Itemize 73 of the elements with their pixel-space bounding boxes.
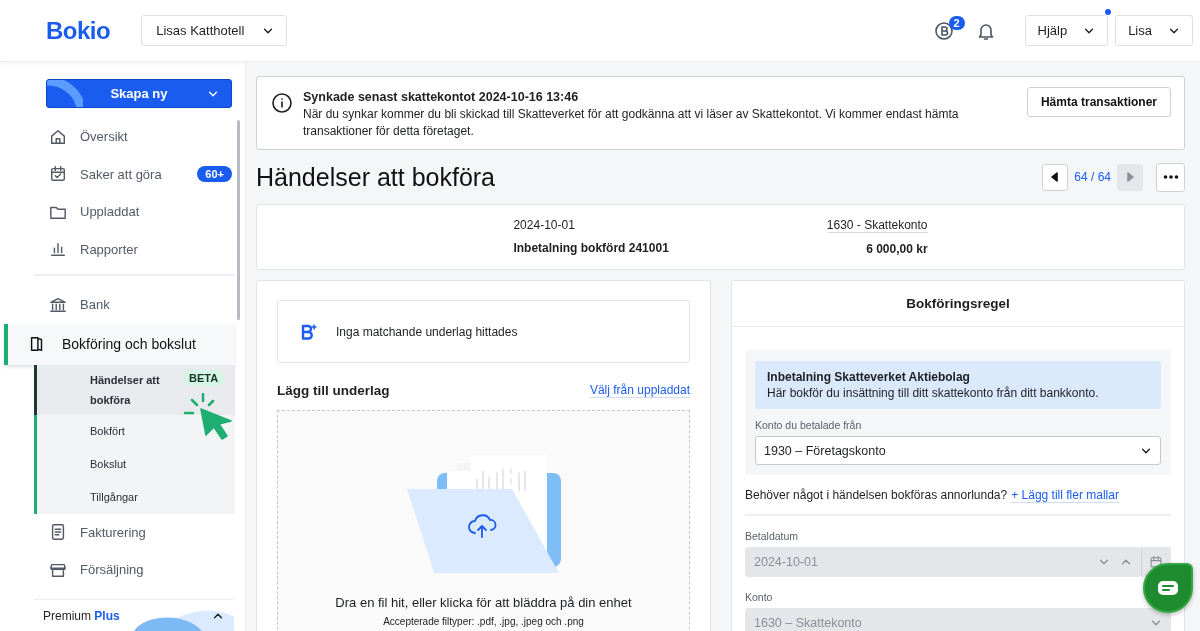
home-icon <box>49 127 67 146</box>
fetch-transactions-button[interactable]: Hämta transaktioner <box>1026 87 1171 117</box>
calendar-icon <box>49 165 67 184</box>
bar-chart-icon <box>49 240 67 259</box>
scrollbar[interactable] <box>237 120 240 320</box>
nav-label: Översikt <box>80 129 129 145</box>
plan-name: Premium Plus <box>43 608 120 623</box>
count-badge: 60+ <box>197 166 232 183</box>
nav-label: Bokföring och bokslut <box>62 336 196 352</box>
section-title: Lägg till underlag <box>277 383 390 398</box>
more-icon <box>1162 174 1179 180</box>
bank-icon <box>49 295 67 314</box>
calendar-icon <box>1149 555 1163 569</box>
more-button[interactable] <box>1156 162 1185 192</box>
nav-label: Försäljning <box>80 562 145 578</box>
template-description: Här bokför du insättning till ditt skattekonto från ditt bankkonto. <box>767 385 1100 401</box>
drop-zone[interactable]: Dra en fil hit, eller klicka för att bläddra på din enhet Accepterade filtyper: .pdf, .jpg, .jpeg och .png <box>277 410 690 631</box>
caret-right-icon <box>1125 172 1135 182</box>
nav-item[interactable]: Fakturering <box>34 513 233 551</box>
nav-item[interactable]: Rapporter <box>34 230 233 268</box>
event-amount: 6 000,00 kr <box>866 242 928 256</box>
sub-nav-item[interactable]: Bokfört <box>34 414 235 448</box>
event-date: 2024-10-01 <box>513 218 576 232</box>
page-counter[interactable]: 64 / 64 <box>1074 170 1111 184</box>
sub-nav-label: Händelser att bokföra <box>90 372 161 408</box>
field-label: Konto <box>745 591 774 603</box>
nav-label: Rapporter <box>80 241 139 257</box>
banner-title: Synkade senast skattekontot 2024-10-16 13:46 <box>303 89 580 106</box>
date-field: 2024-10-01 <box>745 547 1141 577</box>
beta-badge: BETA <box>183 369 225 386</box>
nav-item[interactable]: Översikt <box>34 118 233 156</box>
bokio-plus-icon <box>300 322 318 341</box>
sub-nav-item[interactable]: Bokslut <box>34 447 235 481</box>
nav-item[interactable]: Uppladdat <box>34 193 233 231</box>
template-title: Inbetalning Skatteverket Aktiebolag <box>767 369 971 385</box>
sub-nav-item[interactable]: Tillgångar <box>34 480 235 514</box>
chat-icon <box>1157 580 1179 596</box>
info-icon <box>271 92 293 114</box>
count-badge: 2 <box>948 15 965 30</box>
drop-instructions: Dra en fil hit, eller klicka för att bläddra på din enhet <box>335 595 632 610</box>
field-label: Betaldatum <box>745 530 800 542</box>
plan-footer[interactable]: Premium Plus <box>34 599 234 631</box>
arc-decoration-icon <box>47 80 83 107</box>
nav-label: Uppladdat <box>80 204 141 220</box>
user-menu[interactable]: Lisa <box>1115 15 1193 46</box>
add-templates-link[interactable]: + Lägg till fler mallar <box>1011 488 1119 503</box>
caret-left-icon <box>1050 172 1061 182</box>
file-types-note: Accepterade filtyper: .pdf, .jpg, .jpeg och .png <box>383 616 584 627</box>
question-text: Behöver något i händelsen bokföras annorlunda? <box>745 488 1008 502</box>
document-icon <box>49 523 67 542</box>
nav-group[interactable]: Bokföring och bokslut <box>4 323 235 365</box>
previous-button[interactable] <box>1042 163 1069 191</box>
nav-label: Bank <box>80 297 111 313</box>
select-field[interactable]: 1930 – Företagskonto <box>755 436 1161 465</box>
company-select[interactable]: Lisas Katthotell <box>141 15 288 46</box>
card-title: Bokföringsregel <box>732 281 1184 327</box>
nav-item[interactable]: Bank <box>34 286 233 324</box>
sub-nav-item[interactable]: Händelser att bokföra BETA <box>34 364 235 415</box>
choose-uploaded-link[interactable]: Välj från uppladdat <box>589 383 690 398</box>
page-title: Händelser att bokföra <box>256 162 496 192</box>
empty-message: Inga matchande underlag hittades <box>336 324 518 339</box>
nav-item[interactable]: Försäljning <box>34 551 233 589</box>
nav-label: Fakturering <box>80 524 147 540</box>
banner-text: När du synkar kommer du bli skickad till Skatteverket för att godkänna att vi läser av Skattekontot. Vi kommer endast hämta transaktioner för detta företaget. <box>303 106 960 140</box>
logo[interactable]: Bokio <box>46 16 111 45</box>
nav-item[interactable]: Saker att göra 60+ <box>34 155 233 193</box>
select-field: 1630 – Skattekonto <box>745 608 1171 631</box>
account-link[interactable]: 1630 - Skattekonto <box>826 218 928 233</box>
help-button[interactable]: Hjälp <box>1024 15 1109 46</box>
create-button[interactable]: Skapa ny <box>46 79 232 108</box>
field-label: Konto du betalade från <box>755 419 863 431</box>
event-description: Inbetalning bokförd 241001 <box>513 241 669 255</box>
nav-label: Saker att göra <box>80 166 163 182</box>
